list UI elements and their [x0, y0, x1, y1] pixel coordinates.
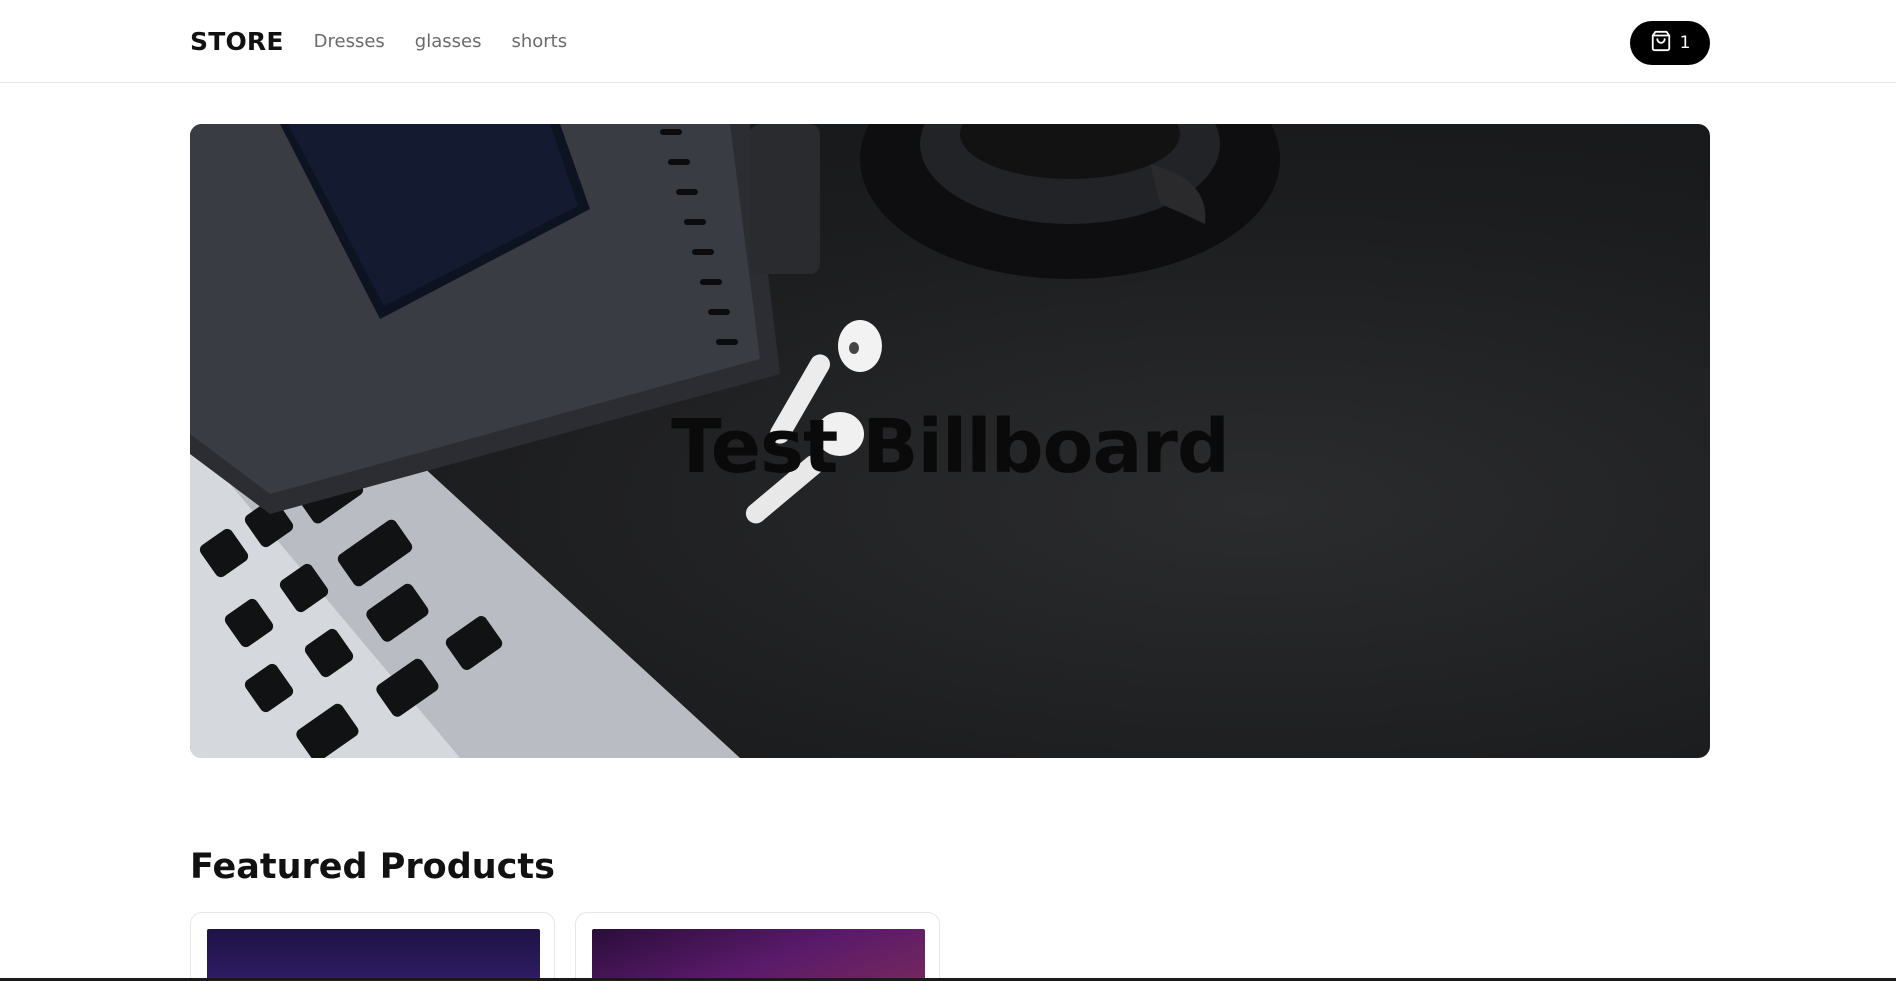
- nav-link-glasses[interactable]: glasses: [415, 31, 482, 52]
- product-card[interactable]: [575, 912, 940, 981]
- cart-button[interactable]: 1: [1630, 21, 1710, 65]
- navbar-inner: STORE Dresses glasses shorts 1: [190, 0, 1710, 83]
- navbar: STORE Dresses glasses shorts 1: [0, 0, 1896, 83]
- product-card[interactable]: [190, 912, 555, 981]
- shopping-bag-icon: [1650, 30, 1672, 56]
- nav-link-shorts[interactable]: shorts: [511, 31, 567, 52]
- billboard: Test Billboard: [190, 124, 1710, 758]
- brand-logo[interactable]: STORE: [190, 27, 284, 56]
- category-nav: Dresses glasses shorts: [314, 31, 567, 52]
- billboard-title: Test Billboard: [671, 404, 1230, 490]
- featured-products-heading: Featured Products: [190, 847, 555, 887]
- product-image: [207, 929, 540, 981]
- cart-count: 1: [1679, 33, 1691, 53]
- product-image: [592, 929, 925, 981]
- nav-link-dresses[interactable]: Dresses: [314, 31, 385, 52]
- product-grid: [190, 912, 940, 981]
